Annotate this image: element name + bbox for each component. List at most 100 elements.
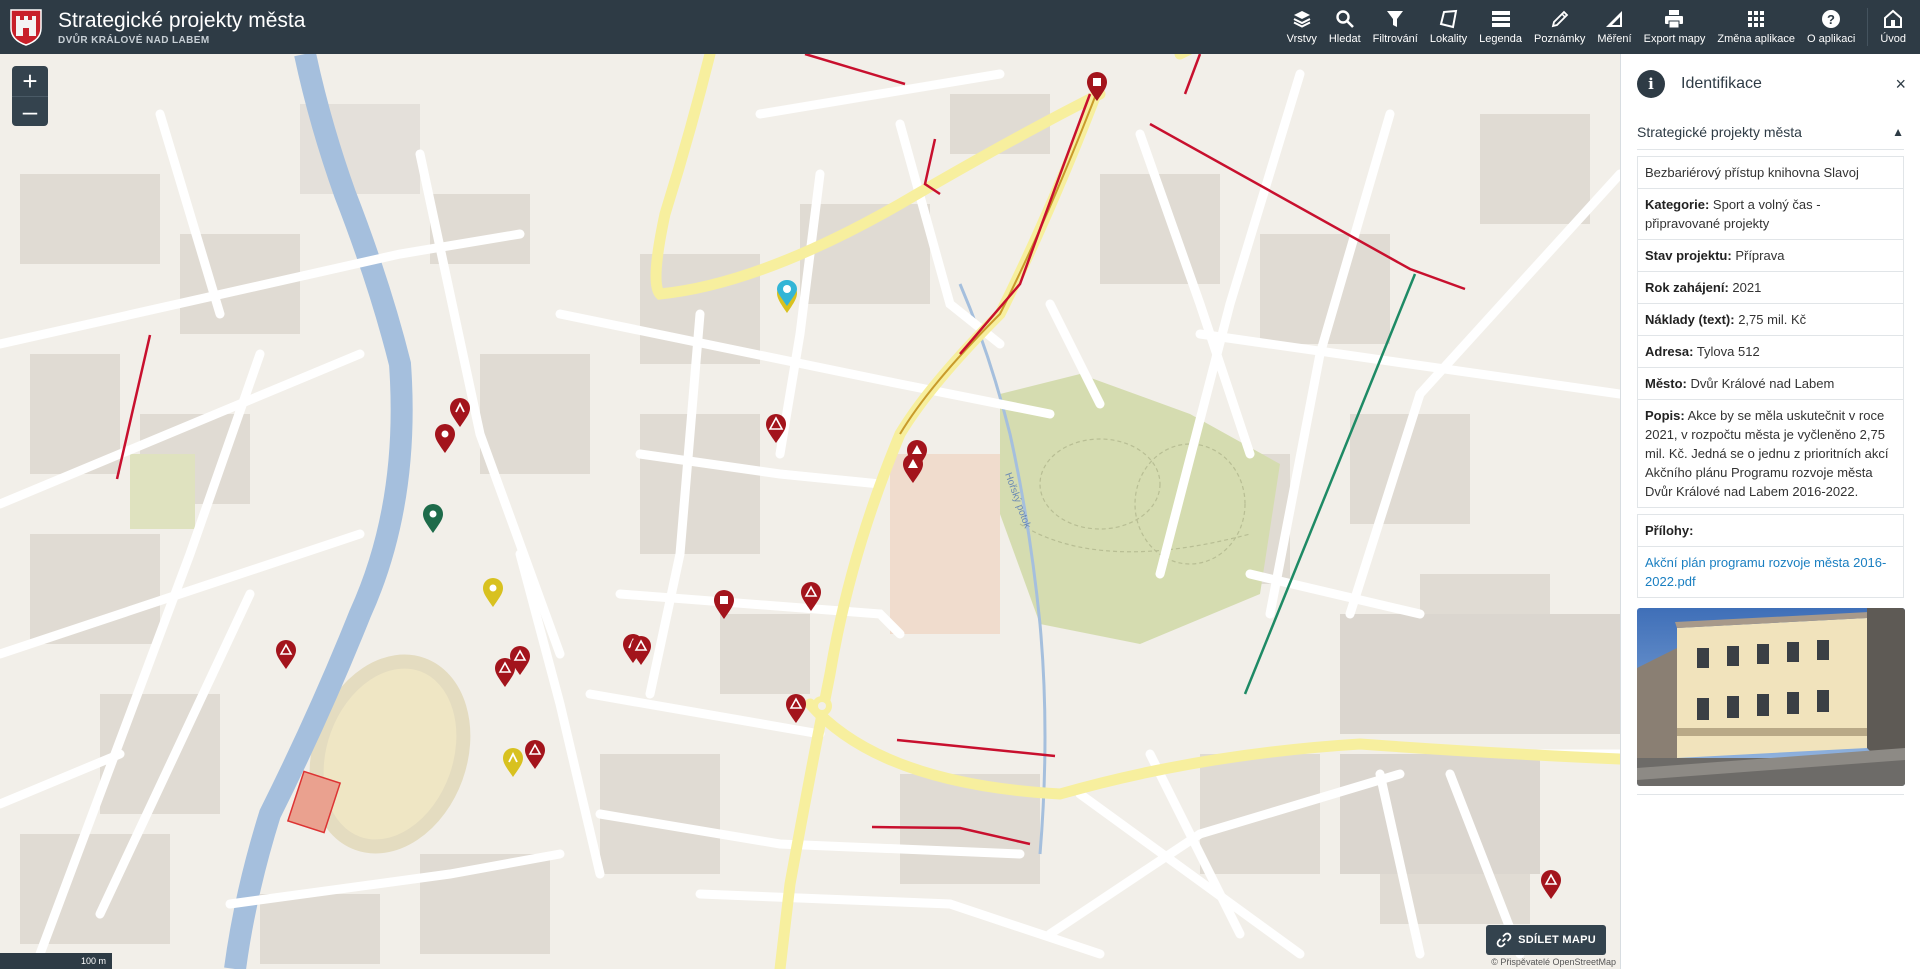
help-icon: ? bbox=[1822, 10, 1841, 28]
project-pin-yellow[interactable] bbox=[502, 748, 524, 778]
attribute-label: Adresa: bbox=[1645, 344, 1694, 359]
toolbar-divider bbox=[1867, 8, 1869, 46]
change-app-label: Změna aplikace bbox=[1717, 33, 1796, 45]
attribute-table: Bezbariérový přístup knihovna Slavoj Kat… bbox=[1637, 156, 1904, 598]
legend-icon bbox=[1491, 11, 1510, 27]
scale-bar: 100 m bbox=[0, 953, 112, 969]
panel-divider bbox=[1637, 794, 1904, 795]
project-pin[interactable] bbox=[275, 640, 297, 670]
project-pin[interactable] bbox=[785, 694, 807, 724]
selected-project-pin[interactable] bbox=[775, 280, 797, 313]
attachments-label: Přílohy: bbox=[1645, 523, 1694, 538]
attribute-label: Rok zahájení: bbox=[1645, 280, 1729, 295]
panel-title: Identifikace bbox=[1681, 75, 1762, 92]
legend-label: Legenda bbox=[1479, 33, 1522, 45]
project-pin[interactable] bbox=[524, 740, 546, 770]
export-map-label: Export mapy bbox=[1643, 33, 1706, 45]
project-pin-yellow[interactable] bbox=[482, 578, 504, 608]
locations-button[interactable]: Lokality bbox=[1424, 0, 1473, 54]
app-subtitle: DVŮR KRÁLOVÉ NAD LABEM bbox=[58, 34, 210, 46]
attribute-value: Tylova 512 bbox=[1696, 344, 1760, 359]
map-attribution[interactable]: © Přispěvatelé OpenStreetMap bbox=[1491, 957, 1616, 967]
project-pin[interactable] bbox=[765, 414, 787, 444]
pencil-icon bbox=[1551, 10, 1568, 28]
grid-icon bbox=[1748, 11, 1765, 27]
filter-button[interactable]: Filtrování bbox=[1367, 0, 1424, 54]
attribute-row: Rok zahájení: 2021 bbox=[1637, 271, 1904, 304]
export-map-button[interactable]: Export mapy bbox=[1638, 0, 1712, 54]
svg-text:?: ? bbox=[1827, 12, 1835, 27]
attribute-label: Kategorie: bbox=[1645, 197, 1710, 212]
info-icon: i bbox=[1637, 70, 1665, 98]
notes-label: Poznámky bbox=[1534, 33, 1586, 45]
filter-icon bbox=[1387, 11, 1404, 27]
printer-icon bbox=[1665, 10, 1684, 29]
project-pin[interactable] bbox=[434, 424, 456, 454]
attribute-row: Kategorie: Sport a volný čas - připravov… bbox=[1637, 188, 1904, 240]
attribute-row: Stav projektu: Příprava bbox=[1637, 239, 1904, 272]
change-app-button[interactable]: Změna aplikace bbox=[1711, 0, 1801, 54]
attribute-value: Dvůr Králové nad Labem bbox=[1690, 376, 1835, 391]
about-button[interactable]: ? O aplikaci bbox=[1801, 0, 1861, 54]
project-pin[interactable] bbox=[630, 636, 652, 666]
map-view[interactable]: Hořský potok + – SDÍLET MAPU 100 m © Při… bbox=[0, 54, 1620, 969]
attachments-header: Přílohy: bbox=[1637, 514, 1904, 547]
zoom-in-button[interactable]: + bbox=[12, 66, 48, 96]
home-button[interactable]: Úvod bbox=[1874, 0, 1920, 54]
project-pin-green[interactable] bbox=[422, 504, 444, 534]
ruler-icon bbox=[1606, 11, 1623, 27]
attribute-row: Adresa: Tylova 512 bbox=[1637, 335, 1904, 368]
app-title: Strategické projekty města bbox=[58, 8, 306, 32]
link-icon bbox=[1496, 932, 1512, 948]
city-coat-of-arms-logo[interactable] bbox=[8, 7, 44, 47]
app-header: Strategické projekty města DVŮR KRÁLOVÉ … bbox=[0, 0, 1920, 54]
project-photo[interactable] bbox=[1637, 608, 1905, 786]
attachment-link[interactable]: Akční plán programu rozvoje města 2016-2… bbox=[1645, 555, 1886, 589]
panel-header: i Identifikace × bbox=[1621, 54, 1920, 114]
polygon-icon bbox=[1439, 9, 1457, 29]
map-basemap[interactable]: Hořský potok bbox=[0, 54, 1620, 969]
share-map-button[interactable]: SDÍLET MAPU bbox=[1486, 925, 1606, 955]
attribute-row: Město: Dvůr Králové nad Labem bbox=[1637, 367, 1904, 400]
project-pin[interactable] bbox=[1086, 72, 1108, 102]
identify-panel: i Identifikace × Strategické projekty mě… bbox=[1620, 54, 1920, 969]
attribute-label: Město: bbox=[1645, 376, 1687, 391]
notes-button[interactable]: Poznámky bbox=[1528, 0, 1591, 54]
attachment-row: Akční plán programu rozvoje města 2016-2… bbox=[1637, 546, 1904, 598]
zoom-out-button[interactable]: – bbox=[12, 96, 48, 126]
legend-button[interactable]: Legenda bbox=[1473, 0, 1528, 54]
project-pin[interactable] bbox=[509, 646, 531, 676]
attribute-row: Náklady (text): 2,75 mil. Kč bbox=[1637, 303, 1904, 336]
feature-name: Bezbariérový přístup knihovna Slavoj bbox=[1637, 156, 1904, 189]
layer-section-header[interactable]: Strategické projekty města ▲ bbox=[1637, 114, 1904, 150]
search-label: Hledat bbox=[1328, 33, 1361, 45]
layer-section-title: Strategické projekty města bbox=[1637, 123, 1802, 140]
attribute-row: Popis: Akce by se měla uskutečnit v roce… bbox=[1637, 399, 1904, 508]
about-label: O aplikaci bbox=[1807, 33, 1856, 45]
chevron-up-icon[interactable]: ▲ bbox=[1892, 125, 1904, 139]
home-icon bbox=[1884, 9, 1903, 28]
filter-label: Filtrování bbox=[1372, 33, 1418, 45]
attribute-label: Stav projektu: bbox=[1645, 248, 1732, 263]
home-label: Úvod bbox=[1880, 33, 1906, 45]
attribute-value: Příprava bbox=[1735, 248, 1785, 263]
measure-button[interactable]: Měření bbox=[1591, 0, 1637, 54]
search-icon bbox=[1336, 10, 1354, 28]
attribute-label: Náklady (text): bbox=[1645, 312, 1735, 327]
attribute-value: 2021 bbox=[1732, 280, 1762, 295]
zoom-control: + – bbox=[12, 66, 48, 126]
layers-icon bbox=[1293, 11, 1311, 28]
measure-label: Měření bbox=[1597, 33, 1632, 45]
project-pin[interactable] bbox=[1540, 870, 1562, 900]
layers-button[interactable]: Vrstvy bbox=[1281, 0, 1323, 54]
close-panel-button[interactable]: × bbox=[1895, 74, 1906, 95]
main-toolbar: Vrstvy Hledat Filtrování Lokality Legend… bbox=[1281, 0, 1920, 54]
project-pin[interactable] bbox=[713, 590, 735, 620]
search-button[interactable]: Hledat bbox=[1323, 0, 1367, 54]
project-pin[interactable] bbox=[902, 454, 924, 484]
share-map-label: SDÍLET MAPU bbox=[1518, 934, 1596, 946]
attribute-label: Popis: bbox=[1645, 408, 1685, 423]
locations-label: Lokality bbox=[1429, 33, 1468, 45]
layers-label: Vrstvy bbox=[1286, 33, 1317, 45]
project-pin[interactable] bbox=[800, 582, 822, 612]
